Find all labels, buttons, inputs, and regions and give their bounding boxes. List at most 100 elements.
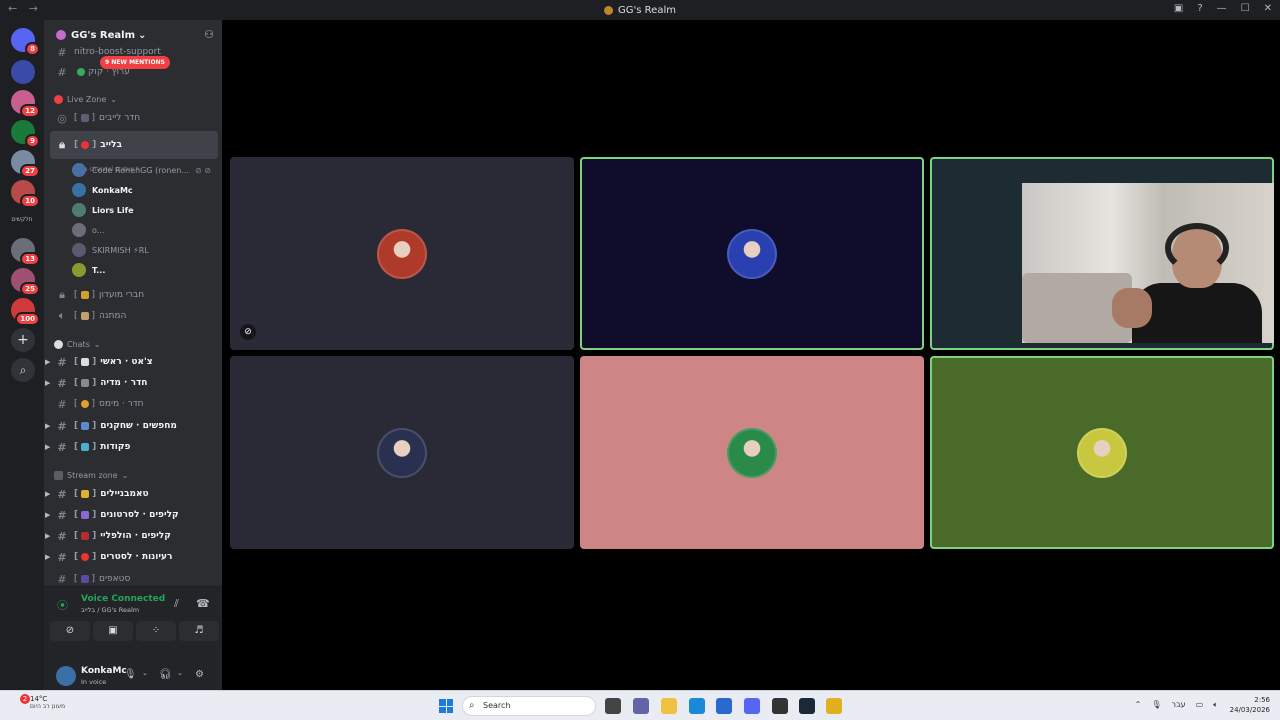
- tile-user-4[interactable]: [230, 356, 574, 549]
- tile-user-5[interactable]: [580, 356, 924, 549]
- avatar: [377, 428, 427, 478]
- help-icon[interactable]: ?: [1197, 3, 1202, 14]
- voice-user[interactable]: Liors Life: [72, 200, 134, 220]
- app-icon[interactable]: [772, 698, 788, 714]
- voice-user[interactable]: o...: [72, 220, 104, 240]
- category-chats[interactable]: Chats ⌄: [54, 340, 101, 349]
- steam-icon[interactable]: [799, 698, 815, 714]
- clock[interactable]: 2:56 24/03/2026: [1230, 695, 1270, 715]
- camera-off-icon[interactable]: ⊘: [50, 621, 90, 641]
- voice-connected-title[interactable]: Voice Connected: [81, 594, 165, 604]
- language-indicator[interactable]: עבר: [1171, 700, 1185, 710]
- channel-live-active[interactable]: 🔒︎ [ ] בלייב: [50, 131, 218, 159]
- task-view-icon[interactable]: [605, 698, 621, 714]
- channel-memes[interactable]: # [] חדר · מימס: [50, 394, 218, 414]
- teams-icon[interactable]: [633, 698, 649, 714]
- channel-name: רעיונות · לסטרים: [100, 552, 173, 562]
- chevron-down-icon: ⌄: [121, 471, 129, 480]
- weather-widget[interactable]: 14°C מעונן רב היום: [10, 695, 65, 710]
- channel-members[interactable]: 🔒︎ [ ] חברי מועדון: [50, 285, 218, 305]
- caret-icon: ▶: [45, 553, 51, 561]
- network-icon[interactable]: ▭: [1196, 700, 1204, 710]
- channel-lfg[interactable]: ▶ # [] מחפשים · שחקנים: [45, 416, 218, 436]
- signal-icon[interactable]: ⦿: [57, 597, 68, 613]
- windows-start-icon[interactable]: [439, 699, 453, 713]
- folder-label[interactable]: חלקשים: [2, 216, 42, 223]
- window-title-text: GG's Realm: [618, 4, 676, 16]
- inbox-icon[interactable]: ▣: [1174, 3, 1183, 14]
- guild-icon-server-2[interactable]: 12: [11, 90, 40, 118]
- channel-name: קליפים · הולפליי: [100, 531, 171, 541]
- microphone-icon[interactable]: 🎙︎: [124, 669, 137, 680]
- tile-user-2[interactable]: [580, 157, 924, 350]
- server-icon: [56, 30, 66, 40]
- guild-icon-server-1[interactable]: [11, 60, 35, 84]
- channel-thumbnails[interactable]: ▶ # [] טאמבניילים: [45, 484, 218, 504]
- emoji-icon: [80, 114, 89, 122]
- gear-icon[interactable]: ⚙︎: [195, 669, 204, 680]
- invite-icon[interactable]: ⚇: [204, 28, 214, 41]
- store-icon[interactable]: [716, 698, 732, 714]
- tile-user-1[interactable]: ⊘: [230, 157, 574, 350]
- bracket: ]: [91, 290, 96, 300]
- back-button[interactable]: ←: [8, 2, 17, 15]
- category-stream-zone[interactable]: Stream zone ⌄: [54, 471, 128, 480]
- voice-user[interactable]: Code RonenGG (ronen... ⊘ ⊘: [72, 160, 211, 180]
- guild-icon-dm-home[interactable]: 8: [11, 28, 40, 56]
- category-live-zone[interactable]: Live Zone ⌄: [54, 95, 117, 104]
- channel-live-rooms[interactable]: ◎ [ ] חדר לייבים: [50, 108, 218, 128]
- user-name[interactable]: KonkaMc: [81, 666, 127, 676]
- edge-icon[interactable]: [689, 698, 705, 714]
- voice-user[interactable]: KonkaMc: [72, 180, 133, 200]
- bracket: [: [74, 311, 78, 321]
- maximize-button[interactable]: ☐: [1241, 3, 1250, 14]
- add-server-button[interactable]: +: [11, 328, 35, 352]
- screen-share-icon[interactable]: ▣: [93, 621, 133, 641]
- close-button[interactable]: ✕: [1264, 3, 1272, 14]
- guild-icon-server-4[interactable]: 27: [11, 150, 40, 178]
- guild-icon-server-5[interactable]: 10: [11, 180, 40, 208]
- avatar[interactable]: [56, 666, 76, 686]
- activities-icon[interactable]: ⁘: [136, 621, 176, 641]
- chrome-icon[interactable]: [826, 698, 842, 714]
- chevron-down-icon[interactable]: ⌄: [177, 669, 183, 677]
- voice-user[interactable]: SKIRMISH ⚡RL: [72, 240, 149, 260]
- voice-user[interactable]: T...: [72, 260, 105, 280]
- discover-button[interactable]: ⌕: [11, 358, 35, 382]
- channel-waiting[interactable]: 🔈︎ [ ] המתנה: [50, 306, 218, 326]
- volume-icon[interactable]: 🔈︎: [1213, 700, 1218, 710]
- channel-clips-videos[interactable]: ▶ # [] קליפים · לסרטונים: [45, 505, 218, 525]
- caret-icon: ▶: [45, 443, 51, 451]
- bracket: [: [74, 574, 78, 584]
- microphone-icon[interactable]: 🎙︎: [1151, 700, 1161, 710]
- guild-icon-server-8[interactable]: 25: [11, 268, 40, 296]
- noise-suppression-icon[interactable]: ⫽: [174, 597, 179, 611]
- taskbar-search[interactable]: ⌕ Search: [462, 696, 596, 716]
- headphones-icon[interactable]: 🎧︎: [159, 669, 172, 680]
- channel-commands[interactable]: ▶ # [] פקודות: [45, 437, 218, 457]
- chevron-down-icon[interactable]: ⌄: [142, 669, 148, 677]
- forward-button[interactable]: →: [29, 2, 38, 15]
- new-mentions-pill[interactable]: 9 NEW MENTIONS: [100, 56, 170, 69]
- voice-stage: ⊘: [222, 20, 1280, 690]
- hash-icon: #: [57, 508, 67, 522]
- guild-icon-server-svb[interactable]: 100: [11, 298, 40, 326]
- chevron-up-icon[interactable]: ⌃: [1135, 700, 1142, 710]
- voice-connected-subtitle[interactable]: בלייב / GG's Realm: [81, 606, 139, 614]
- bracket: [: [74, 290, 78, 300]
- file-explorer-icon[interactable]: [661, 698, 677, 714]
- hangup-icon[interactable]: ☎︎: [196, 597, 210, 610]
- discord-icon[interactable]: [744, 698, 760, 714]
- avatar: [72, 203, 86, 217]
- channel-stream-ideas[interactable]: ▶ # [] רעיונות · לסטרים: [45, 547, 218, 567]
- channel-media[interactable]: ▶ # [] חדר · מדיה: [45, 373, 218, 393]
- guild-icon-server-gg[interactable]: 9: [11, 120, 40, 148]
- minimize-button[interactable]: —: [1217, 3, 1227, 14]
- channel-clips-hollywood[interactable]: ▶ # [] קליפים · הולפליי: [45, 526, 218, 546]
- tile-user-6[interactable]: [930, 356, 1274, 549]
- tile-camera[interactable]: [930, 157, 1274, 350]
- soundboard-icon[interactable]: ♬: [179, 621, 219, 641]
- guild-icon-server-7[interactable]: 13: [11, 238, 40, 266]
- hash-icon: #: [57, 529, 67, 543]
- channel-main-chat[interactable]: ▶ # [] צ'אט · ראשי: [45, 352, 218, 372]
